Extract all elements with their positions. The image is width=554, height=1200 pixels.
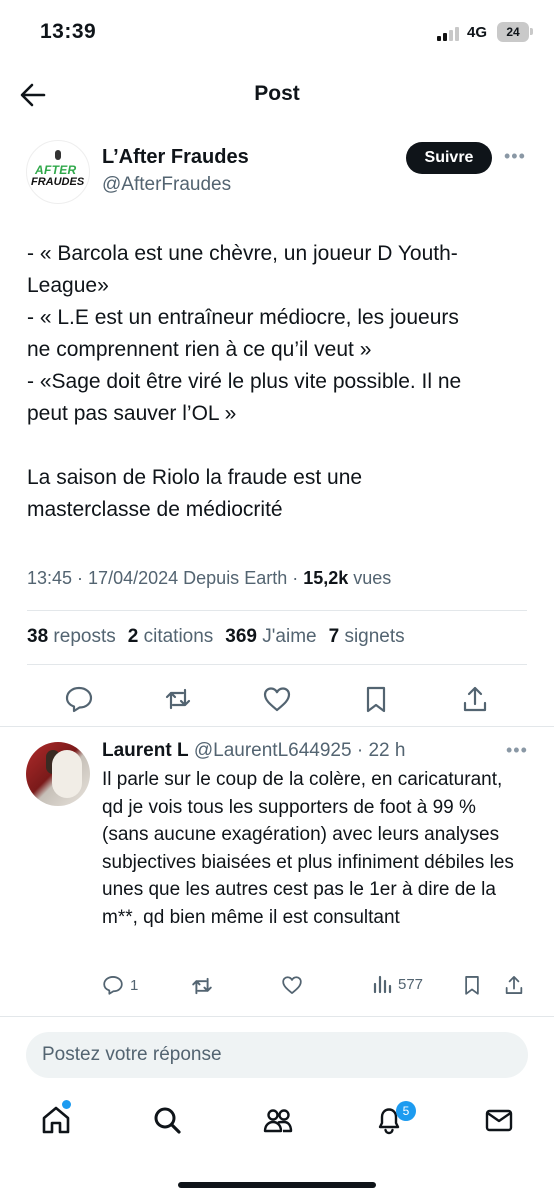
repost-icon (165, 688, 191, 710)
home-new-indicator (62, 1100, 71, 1109)
reply-text: Il parle sur le coup de la colère, en ca… (102, 769, 514, 928)
post-date: 17/04/2024 (88, 568, 179, 588)
reply-time: 22 h (368, 740, 406, 761)
reposts-count: 38 (27, 626, 49, 647)
more-options-icon[interactable]: ••• (506, 740, 528, 761)
post-text: - « Barcola est une chèvre, un joueur D … (27, 242, 462, 521)
reply-repost-button[interactable] (190, 974, 214, 998)
quotes-label: citations (143, 626, 214, 647)
battery-level: 24 (506, 25, 520, 39)
divider (0, 726, 554, 727)
author-name[interactable]: L’After Fraudes (102, 146, 249, 169)
reply-comment-count: 1 (130, 976, 139, 994)
tab-messages[interactable] (483, 1104, 515, 1136)
post-time: 13:45 (27, 568, 73, 588)
share-button[interactable] (460, 684, 490, 714)
tab-search[interactable] (151, 1104, 183, 1136)
notifications-badge: 5 (396, 1101, 416, 1121)
reply-item[interactable]: Laurent L @LaurentL644925 · 22 h ••• Il … (0, 736, 554, 1006)
reply-input[interactable] (42, 1032, 512, 1078)
post-source: Depuis Earth (183, 568, 288, 588)
post-stats: 38 reposts 2 citations 369 J'aime 7 sign… (27, 626, 417, 648)
views-count: 15,2k (303, 568, 349, 588)
more-options-icon[interactable]: ••• (504, 146, 526, 167)
reply-like-button[interactable] (281, 974, 303, 996)
bar-chart-icon (373, 975, 392, 994)
post-actions (0, 680, 554, 716)
heart-icon (282, 976, 302, 994)
page-title: Post (254, 82, 300, 105)
mail-icon (485, 1109, 513, 1132)
share-icon (505, 976, 523, 994)
logo-text-bottom: FRAUDES (31, 176, 85, 188)
reply-share-button[interactable] (503, 974, 525, 996)
likes-label: J'aime (262, 626, 317, 647)
logo-text-top: AFTER (35, 163, 77, 177)
share-icon (463, 686, 487, 712)
comment-icon (65, 686, 93, 713)
tab-communities[interactable] (262, 1104, 294, 1136)
bookmark-icon (366, 686, 386, 713)
network-type: 4G (467, 24, 488, 41)
like-button[interactable] (262, 684, 292, 714)
likes-count: 369 (225, 626, 257, 647)
home-indicator[interactable] (178, 1182, 376, 1188)
repost-button[interactable] (163, 684, 193, 714)
author-avatar[interactable]: AFTER FRAUDES (26, 140, 90, 204)
reply-author-handle[interactable]: @LaurentL644925 (194, 740, 352, 761)
repost-icon (192, 977, 212, 995)
quotes-count: 2 (127, 626, 139, 647)
reply-comment-button[interactable]: 1 (102, 974, 138, 996)
bookmarks-label: signets (344, 626, 405, 647)
bookmark-icon (465, 976, 479, 995)
post-author: AFTER FRAUDES L’After Fraudes @AfterFrau… (0, 136, 554, 208)
reply-button[interactable] (64, 684, 94, 714)
reply-views-button[interactable]: 577 (372, 974, 423, 994)
comment-icon (103, 976, 123, 995)
bookmarks-count: 7 (328, 626, 340, 647)
bookmark-button[interactable] (361, 684, 391, 714)
divider (0, 1016, 554, 1017)
reply-bookmark-button[interactable] (461, 974, 483, 996)
status-bar: 13:39 4G 24 (0, 0, 554, 66)
bookmarks-stat[interactable]: 7 signets (329, 626, 405, 648)
battery-icon: 24 (497, 22, 529, 42)
reposts-label: reposts (53, 626, 116, 647)
reply-actions: 1 577 (0, 972, 554, 1000)
battery-tip (530, 28, 533, 35)
signal-icon (437, 27, 463, 41)
avatar[interactable] (26, 742, 90, 806)
tab-bar (0, 1094, 554, 1154)
reposts-stat[interactable]: 38 reposts (27, 626, 116, 648)
follow-button[interactable]: Suivre (406, 142, 492, 174)
divider (27, 664, 527, 665)
reply-header: Laurent L @LaurentL644925 · 22 h (102, 740, 406, 761)
likes-stat[interactable]: 369 J'aime (225, 626, 316, 648)
reply-views-count: 577 (398, 975, 424, 993)
microphone-icon (55, 150, 61, 160)
search-icon (154, 1107, 181, 1134)
views-label: vues (353, 568, 392, 588)
post-meta: 13:45 · 17/04/2024 Depuis Earth · 15,2k … (27, 568, 392, 588)
divider (27, 610, 527, 611)
people-icon (263, 1109, 293, 1133)
avatar-dog-face (52, 750, 82, 798)
reply-author-name[interactable]: Laurent L (102, 740, 189, 761)
quotes-stat[interactable]: 2 citations (128, 626, 214, 648)
status-time: 13:39 (40, 20, 97, 43)
heart-icon (263, 687, 291, 712)
post-header: Post (0, 66, 554, 122)
reply-composer[interactable] (26, 1032, 528, 1078)
author-handle[interactable]: @AfterFraudes (102, 174, 231, 196)
